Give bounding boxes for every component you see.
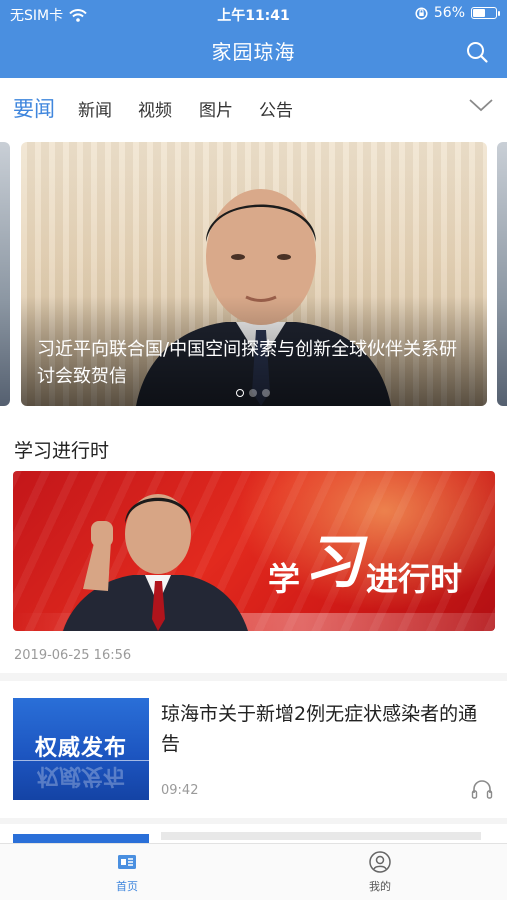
banner-date: 2019-06-25 16:56 bbox=[14, 648, 132, 663]
headphone-icon[interactable] bbox=[471, 779, 493, 799]
carousel-dot[interactable] bbox=[262, 389, 270, 397]
top-bar: 无SIM卡 上午11:41 56% 家园琼海 bbox=[0, 0, 507, 78]
section-title: 学习进行时 bbox=[14, 440, 110, 462]
news-time: 09:42 bbox=[161, 783, 199, 798]
tab-news[interactable]: 新闻 bbox=[78, 96, 112, 121]
previous-slide-peek[interactable] bbox=[0, 142, 10, 406]
tab-announcements[interactable]: 公告 bbox=[259, 96, 293, 121]
battery-level bbox=[473, 9, 485, 17]
banner-char-2: 习 bbox=[304, 528, 363, 596]
tab-video[interactable]: 视频 bbox=[138, 96, 172, 121]
nav-me-label: 我的 bbox=[369, 880, 391, 893]
nav-me[interactable]: 我的 bbox=[340, 850, 420, 894]
user-icon bbox=[369, 851, 391, 873]
news-title: 琼海市关于新增2例无症状感染者的通告 bbox=[161, 703, 478, 755]
tab-pictures[interactable]: 图片 bbox=[199, 96, 233, 121]
bottom-nav: 首页 我的 bbox=[0, 843, 507, 900]
nav-home[interactable]: 首页 bbox=[87, 850, 167, 894]
carousel-slide[interactable]: 习近平向联合国/中国空间探索与创新全球伙伴关系研讨会致贺信 bbox=[21, 142, 487, 406]
nav-home-label: 首页 bbox=[116, 880, 138, 893]
headline-carousel[interactable]: 习近平向联合国/中国空间探索与创新全球伙伴关系研讨会致贺信 bbox=[0, 142, 507, 406]
chevron-down-icon[interactable] bbox=[469, 96, 493, 114]
next-item-title-peek bbox=[161, 832, 481, 840]
thumbnail-reflection: 权威发布 bbox=[36, 763, 125, 788]
divider bbox=[0, 673, 507, 681]
banner-photo bbox=[63, 494, 248, 631]
thumbnail-text: 权威发布 bbox=[34, 736, 127, 761]
next-slide-peek[interactable] bbox=[497, 142, 507, 406]
list-item[interactable]: 权威发布 权威发布 琼海市关于新增2例无症状感染者的通告 09:42 bbox=[0, 683, 507, 813]
status-bar: 无SIM卡 上午11:41 56% bbox=[0, 0, 507, 28]
carousel-dot[interactable] bbox=[249, 389, 257, 397]
orientation-lock-icon bbox=[415, 6, 428, 20]
banner-char-1: 学 bbox=[268, 560, 301, 598]
section-banner[interactable]: 学 习 进行时 bbox=[13, 471, 495, 631]
search-icon[interactable] bbox=[465, 40, 489, 64]
banner-char-rest: 进行时 bbox=[366, 560, 463, 598]
page-title: 家园琼海 bbox=[211, 40, 296, 64]
carousel-dots bbox=[236, 389, 270, 397]
home-icon bbox=[118, 855, 136, 869]
banner-slogan: 学 习 进行时 bbox=[268, 523, 462, 598]
carousel-dot[interactable] bbox=[236, 389, 244, 397]
battery-icon bbox=[471, 7, 500, 19]
news-thumbnail: 权威发布 权威发布 bbox=[13, 698, 149, 800]
channel-tabs: 要闻 新闻 视频 图片 公告 bbox=[0, 78, 507, 134]
thumbnail-rule bbox=[13, 760, 149, 761]
battery-percent: 56% bbox=[433, 5, 465, 21]
tab-headlines[interactable]: 要闻 bbox=[13, 93, 55, 123]
slide-caption: 习近平向联合国/中国空间探索与创新全球伙伴关系研讨会致贺信 bbox=[37, 339, 458, 387]
divider bbox=[0, 818, 507, 824]
